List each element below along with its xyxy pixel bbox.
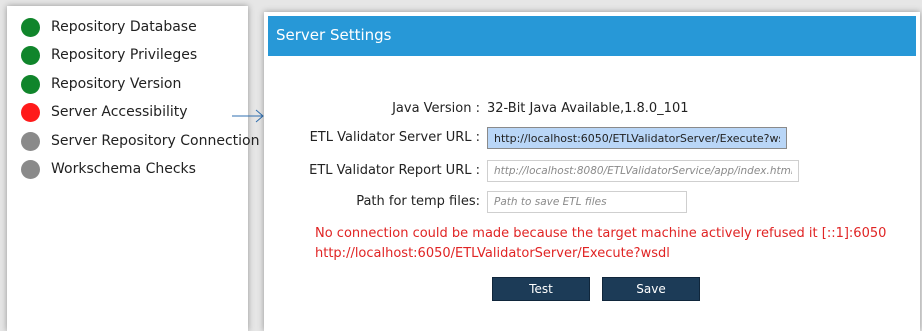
server-url-label: ETL Validator Server URL : (309, 130, 480, 145)
checklist-item-label: Repository Privileges (51, 47, 198, 63)
checklist-item-server-accessibility[interactable]: Server Accessibility (21, 101, 188, 123)
report-url-input[interactable] (487, 160, 799, 182)
error-message: No connection could be made because the … (315, 226, 887, 241)
checklist-item-repository-database[interactable]: Repository Database (21, 16, 197, 38)
validation-checklist: Repository Database Repository Privilege… (7, 6, 259, 331)
temp-path-label: Path for temp files: (356, 194, 480, 209)
java-version-value: 32-Bit Java Available,1.8.0_101 (487, 101, 689, 116)
status-green-icon (21, 74, 40, 94)
checklist-item-workschema-checks[interactable]: Workschema Checks (21, 158, 196, 180)
panel-header: Server Settings (268, 16, 916, 56)
temp-path-input[interactable] (487, 191, 687, 213)
checklist-item-server-repository-connection[interactable]: Server Repository Connection (21, 130, 259, 152)
server-settings-panel: Server Settings Java Version : 32-Bit Ja… (264, 12, 920, 331)
status-red-icon (21, 102, 40, 122)
checklist-item-label: Server Accessibility (51, 104, 188, 120)
checklist-item-repository-version[interactable]: Repository Version (21, 73, 181, 95)
save-button[interactable]: Save (602, 277, 700, 301)
server-url-input[interactable] (487, 127, 787, 149)
checklist-item-repository-privileges[interactable]: Repository Privileges (21, 44, 197, 66)
panel-title: Server Settings (276, 26, 392, 44)
checklist-item-label: Server Repository Connection (51, 133, 260, 149)
status-gray-icon (21, 159, 40, 179)
java-version-label: Java Version : (392, 101, 480, 116)
checklist-item-label: Workschema Checks (51, 161, 196, 177)
status-gray-icon (21, 131, 40, 151)
error-url: http://localhost:6050/ETLValidatorServer… (315, 246, 670, 261)
status-green-icon (21, 17, 40, 37)
checklist-item-label: Repository Version (51, 76, 182, 92)
checklist-item-label: Repository Database (51, 19, 197, 35)
report-url-label: ETL Validator Report URL : (309, 163, 480, 178)
test-button[interactable]: Test (492, 277, 590, 301)
status-green-icon (21, 45, 40, 65)
